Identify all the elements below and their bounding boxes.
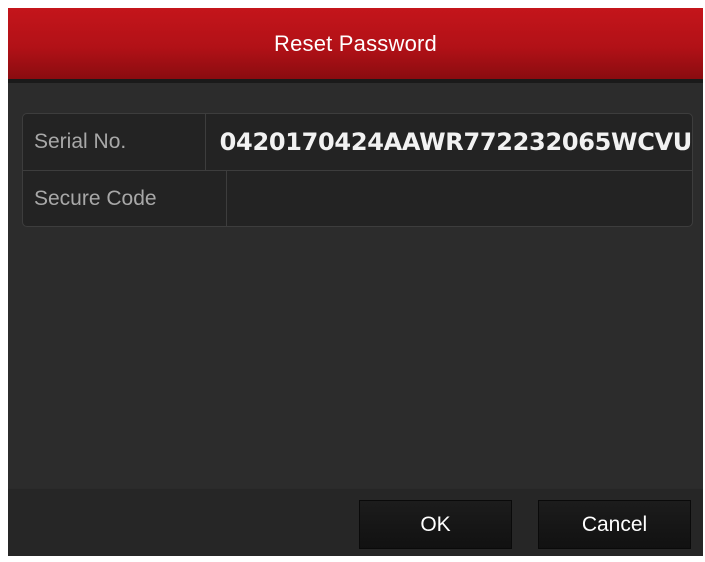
serial-number-value: 0420170424AAWR772232065WCVU bbox=[219, 128, 692, 156]
secure-code-label: Secure Code bbox=[23, 171, 227, 226]
dialog-title: Reset Password bbox=[274, 30, 437, 56]
serial-number-label: Serial No. bbox=[23, 114, 206, 170]
reset-password-dialog: Reset Password Serial No. 0420170424AAWR… bbox=[8, 8, 703, 556]
secure-code-input[interactable] bbox=[227, 171, 692, 226]
secure-code-row: Secure Code bbox=[23, 171, 692, 226]
dialog-title-bar: Reset Password bbox=[8, 8, 703, 83]
ok-button[interactable]: OK bbox=[359, 500, 512, 549]
serial-number-row: Serial No. 0420170424AAWR772232065WCVU bbox=[23, 114, 692, 171]
dialog-footer: OK Cancel bbox=[8, 489, 703, 556]
fields-table: Serial No. 0420170424AAWR772232065WCVU S… bbox=[22, 113, 693, 227]
dialog-content: Serial No. 0420170424AAWR772232065WCVU S… bbox=[8, 83, 703, 488]
cancel-button[interactable]: Cancel bbox=[538, 500, 691, 549]
